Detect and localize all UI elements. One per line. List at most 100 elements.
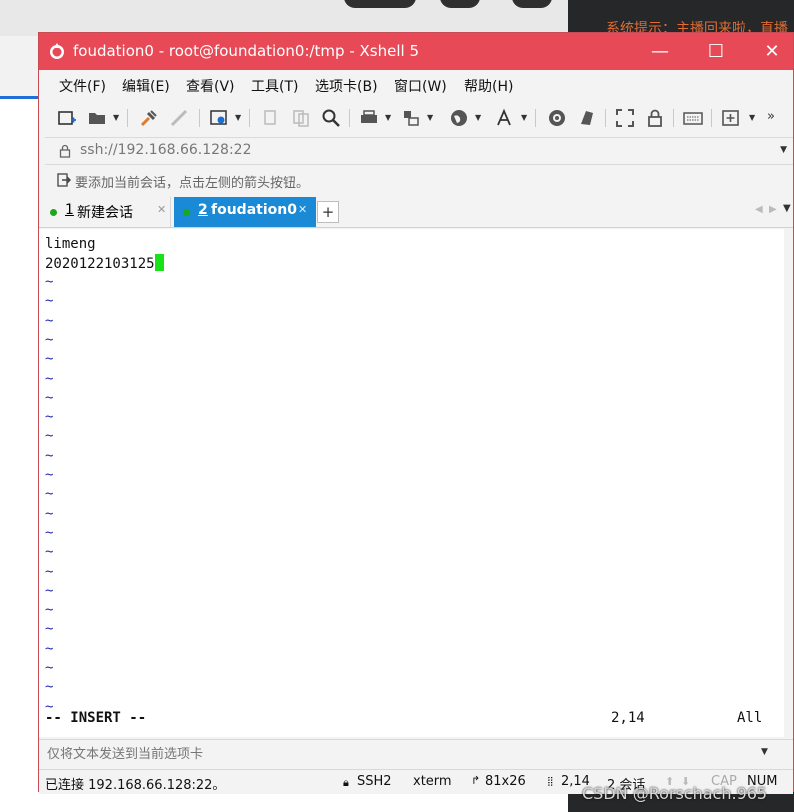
properties-dropdown-icon[interactable]: ▼ <box>235 113 241 122</box>
close-button[interactable]: ✕ <box>749 33 794 70</box>
add-session-arrow-icon[interactable] <box>57 172 71 188</box>
xftp-icon[interactable] <box>577 108 597 128</box>
empty-line-tilde: ~ <box>45 428 54 445</box>
session-hint-text: 要添加当前会话，点击左侧的箭头按钮。 <box>75 176 310 191</box>
send-bar: ▼ <box>39 739 793 768</box>
padlock-icon <box>59 144 71 158</box>
toolbar-overflow-icon[interactable]: » <box>767 109 775 124</box>
tab-scroll-right-icon[interactable]: ▶ <box>769 204 777 215</box>
menu-file[interactable]: 文件(F) <box>59 76 106 96</box>
empty-line-tilde: ~ <box>45 582 54 599</box>
vim-cursor-position: 2,14 <box>611 710 645 726</box>
empty-line-tilde: ~ <box>45 486 54 503</box>
font-dropdown-icon[interactable]: ▼ <box>521 113 527 122</box>
tab-bar: 1 新建会话 ✕ 2 foudation0 ✕ + ◀ ▶ ▼ <box>39 197 793 228</box>
tab-number: 1 <box>65 202 74 218</box>
toolbar-separator <box>199 109 200 127</box>
paste-icon[interactable] <box>291 108 311 128</box>
toolbar-separator <box>673 109 674 127</box>
text-cursor <box>154 254 164 271</box>
globe-icon[interactable] <box>449 108 469 128</box>
lock-icon[interactable] <box>645 108 665 128</box>
menu-view[interactable]: 查看(V) <box>186 76 235 96</box>
protocol-lock-icon: 🔒︎ <box>343 776 349 789</box>
xshell-logo-icon <box>50 43 64 59</box>
find-icon[interactable] <box>321 108 341 128</box>
fullscreen-icon[interactable] <box>615 108 635 128</box>
watermark: CSDN @Rorschach.965 <box>582 784 768 803</box>
address-bar[interactable]: ssh://192.168.66.128:22 ▼ <box>45 137 793 165</box>
properties-icon[interactable] <box>209 108 229 128</box>
add-tab-dropdown-icon[interactable]: ▼ <box>749 113 755 122</box>
empty-line-tilde: ~ <box>45 505 54 522</box>
empty-line-tilde: ~ <box>45 409 54 426</box>
print-icon[interactable] <box>359 108 379 128</box>
empty-line-tilde: ~ <box>45 621 54 638</box>
terminal-area[interactable]: limeng 2020122103125 ~ ~ ~ ~ ~ ~ ~ ~ ~ ~ ~ ~ ~ ~ ~ ~ ~ ~ ~… <box>39 229 784 737</box>
connected-status-icon <box>183 209 190 216</box>
toolbar: ▼ ▼ ▼ ▼ ▼ ▼ ▼ » <box>39 101 793 135</box>
tab-scroll-left-icon[interactable]: ◀ <box>755 204 763 215</box>
menu-tools[interactable]: 工具(T) <box>251 76 298 96</box>
address-dropdown-icon[interactable]: ▼ <box>780 145 787 155</box>
empty-line-tilde: ~ <box>45 274 54 290</box>
empty-line-tilde: ~ <box>45 447 54 464</box>
toolbar-separator <box>127 109 128 127</box>
background-accent-line <box>0 96 40 99</box>
tab-close-icon[interactable]: ✕ <box>298 203 307 216</box>
menu-edit[interactable]: 编辑(E) <box>122 76 170 96</box>
menu-bar: 文件(F) 编辑(E) 查看(V) 工具(T) 选项卡(B) 窗口(W) 帮助(… <box>39 70 793 98</box>
maximize-button[interactable]: ☐ <box>693 33 739 70</box>
session-hint-bar: 要添加当前会话，点击左侧的箭头按钮。 <box>45 166 793 194</box>
empty-line-tilde: ~ <box>45 293 54 310</box>
toolbar-separator <box>249 109 250 127</box>
script-icon[interactable] <box>547 108 567 128</box>
menu-help[interactable]: 帮助(H) <box>464 76 513 96</box>
empty-line-tilde: ~ <box>45 389 54 406</box>
size-icon: ↱ <box>471 774 481 787</box>
transfer-icon[interactable] <box>401 108 421 128</box>
terminal-size: 81x26 <box>485 774 526 789</box>
terminal-line: 2020122103125 <box>45 254 164 273</box>
connect-icon[interactable] <box>139 108 159 128</box>
tab-new-session[interactable]: 1 新建会话 ✕ <box>41 197 171 227</box>
minimize-button[interactable]: — <box>637 33 683 70</box>
tab-close-icon[interactable]: ✕ <box>157 203 166 216</box>
send-text-input[interactable] <box>45 743 749 765</box>
add-tab-icon[interactable] <box>721 108 741 128</box>
empty-line-tilde: ~ <box>45 524 54 541</box>
open-dropdown-icon[interactable]: ▼ <box>113 113 119 122</box>
tab-label: 新建会话 <box>77 205 133 221</box>
vim-scroll-indicator: All <box>737 710 763 726</box>
new-session-icon[interactable] <box>57 108 77 128</box>
tab-foudation0[interactable]: 2 foudation0 ✕ <box>174 197 316 227</box>
empty-line-tilde: ~ <box>45 544 54 561</box>
connection-status: 已连接 192.168.66.128:22。 <box>45 778 226 793</box>
terminal-line: limeng <box>45 236 96 252</box>
menu-window[interactable]: 窗口(W) <box>394 76 447 96</box>
send-target-dropdown-icon[interactable]: ▼ <box>761 747 768 757</box>
globe-dropdown-icon[interactable]: ▼ <box>475 113 481 122</box>
tab-list-dropdown-icon[interactable]: ▼ <box>783 203 791 214</box>
tab-label: foudation0 <box>211 202 297 218</box>
transfer-dropdown-icon[interactable]: ▼ <box>427 113 433 122</box>
copy-icon[interactable] <box>261 108 281 128</box>
title-bar[interactable]: foudation0 - root@foundation0:/tmp - Xsh… <box>39 33 793 70</box>
terminal-type: xterm <box>413 774 452 789</box>
background-pill <box>440 0 480 8</box>
toolbar-separator <box>535 109 536 127</box>
disconnect-icon[interactable] <box>169 108 189 128</box>
open-folder-icon[interactable] <box>87 108 107 128</box>
tab-number: 2 <box>198 202 208 218</box>
menu-tabs[interactable]: 选项卡(B) <box>315 76 378 96</box>
font-icon[interactable] <box>495 108 515 128</box>
cursor-position-icon: ⣿ <box>547 777 554 787</box>
new-tab-button[interactable]: + <box>317 201 339 223</box>
address-input[interactable]: ssh://192.168.66.128:22 <box>80 142 251 158</box>
print-dropdown-icon[interactable]: ▼ <box>385 113 391 122</box>
window-title: foudation0 - root@foundation0:/tmp - Xsh… <box>73 42 419 60</box>
protocol-label: SSH2 <box>357 774 392 789</box>
toolbar-separator <box>605 109 606 127</box>
empty-line-tilde: ~ <box>45 467 54 483</box>
keyboard-icon[interactable] <box>683 108 703 128</box>
